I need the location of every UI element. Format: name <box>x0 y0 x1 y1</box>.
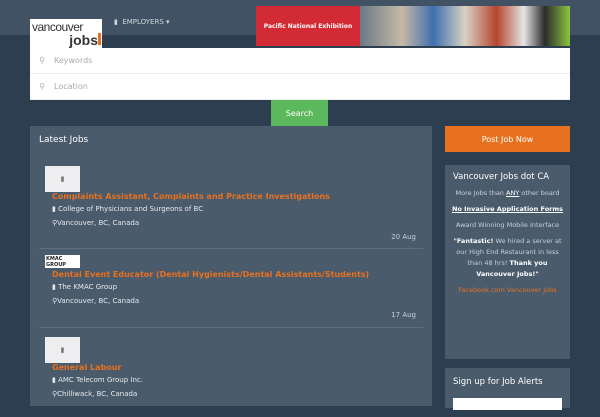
company-logo-placeholder: ▮ <box>45 166 80 192</box>
widget-title: Vancouver Jobs dot CA <box>453 172 550 182</box>
job-item[interactable]: ▮ General Labour ▮ AMC Telecom Group Inc… <box>39 337 423 417</box>
widget-title: Sign up for Job Alerts <box>453 377 543 387</box>
text: other board <box>519 189 560 197</box>
company-name: AMC Telecom Group Inc. <box>58 376 143 384</box>
employers-label: EMPLOYERS <box>122 18 164 26</box>
job-location: ⚲Vancouver, BC, Canada <box>52 297 140 305</box>
mobile-interface-text: Award Winning Mobile Interface <box>455 221 560 229</box>
job-location: ⚲Vancouver, BC, Canada <box>52 219 140 227</box>
keywords-placeholder: Keywords <box>54 56 93 65</box>
banner-brand: Pacific National Exhibition <box>256 6 360 46</box>
job-company: ▮ College of Physicians and Surgeons of … <box>52 205 204 213</box>
logo-text-jobs: jobs <box>69 32 98 48</box>
search-button[interactable]: Search <box>271 100 328 126</box>
company-logo: KMAC GROUP <box>45 255 80 268</box>
job-date: 17 Aug <box>391 311 416 319</box>
job-title-link[interactable]: General Labour <box>52 363 121 372</box>
job-item[interactable]: ▮ Complaints Assistant, Complaints and P… <box>39 166 423 249</box>
company-name: College of Physicians and Surgeons of BC <box>58 205 204 213</box>
banner-photos <box>360 6 570 46</box>
employers-menu[interactable]: ▮ EMPLOYERS ▾ <box>114 18 170 26</box>
map-marker-icon: ⚲ <box>39 82 45 91</box>
location-placeholder: Location <box>54 82 88 91</box>
emphasis: No Invasive Application Forms <box>451 205 564 213</box>
about-widget: Vancouver Jobs dot CA More Jobs than ANY… <box>445 165 570 359</box>
building-icon: ▮ <box>114 18 118 26</box>
job-date: 20 Aug <box>391 233 416 241</box>
job-title-link[interactable]: Complaints Assistant, Complaints and Pra… <box>52 192 330 201</box>
job-alerts-widget: Sign up for Job Alerts <box>445 368 570 410</box>
caret-down-icon: ▾ <box>166 18 170 26</box>
more-jobs-text: More Jobs than ANY other board <box>445 188 570 199</box>
location-text: Chilliwack, BC, Canada <box>57 390 138 398</box>
search-form: ⚲ Keywords ⚲ Location <box>30 48 570 100</box>
location-text: Vancouver, BC, Canada <box>57 219 140 227</box>
job-title-link[interactable]: Dental Event Educator (Dental Hygienists… <box>52 270 369 279</box>
post-job-button[interactable]: Post Job Now <box>445 126 570 152</box>
job-company: ▮ The KMAC Group <box>52 283 118 291</box>
company-logo-placeholder: ▮ <box>45 337 80 363</box>
company-name: The KMAC Group <box>58 283 118 291</box>
latest-jobs-panel: Latest Jobs ▮ Complaints Assistant, Comp… <box>30 126 432 406</box>
quote-start: "Fantastic! <box>453 237 494 245</box>
panel-title: Latest Jobs <box>39 135 89 145</box>
keywords-input[interactable]: ⚲ Keywords <box>30 48 570 74</box>
facebook-link[interactable]: Facebook.com Vancouver Jobs <box>445 285 570 296</box>
job-company: ▮ AMC Telecom Group Inc. <box>52 376 143 384</box>
job-item[interactable]: KMAC GROUP Dental Event Educator (Dental… <box>39 255 423 328</box>
location-text: Vancouver, BC, Canada <box>57 297 140 305</box>
job-location: ⚲Chilliwack, BC, Canada <box>52 390 138 398</box>
text: More Jobs than <box>455 189 506 197</box>
no-invasive-forms: No Invasive Application Forms <box>445 204 570 215</box>
logo-accent <box>98 33 101 45</box>
site-logo[interactable]: vancouver jobs <box>30 19 102 49</box>
testimonial: "Fantastic! We hired a server at our Hig… <box>445 236 570 280</box>
location-input[interactable]: ⚲ Location <box>30 74 570 100</box>
search-icon: ⚲ <box>39 56 45 65</box>
emphasis: ANY <box>506 189 520 197</box>
ad-banner[interactable]: Pacific National Exhibition <box>256 6 570 46</box>
